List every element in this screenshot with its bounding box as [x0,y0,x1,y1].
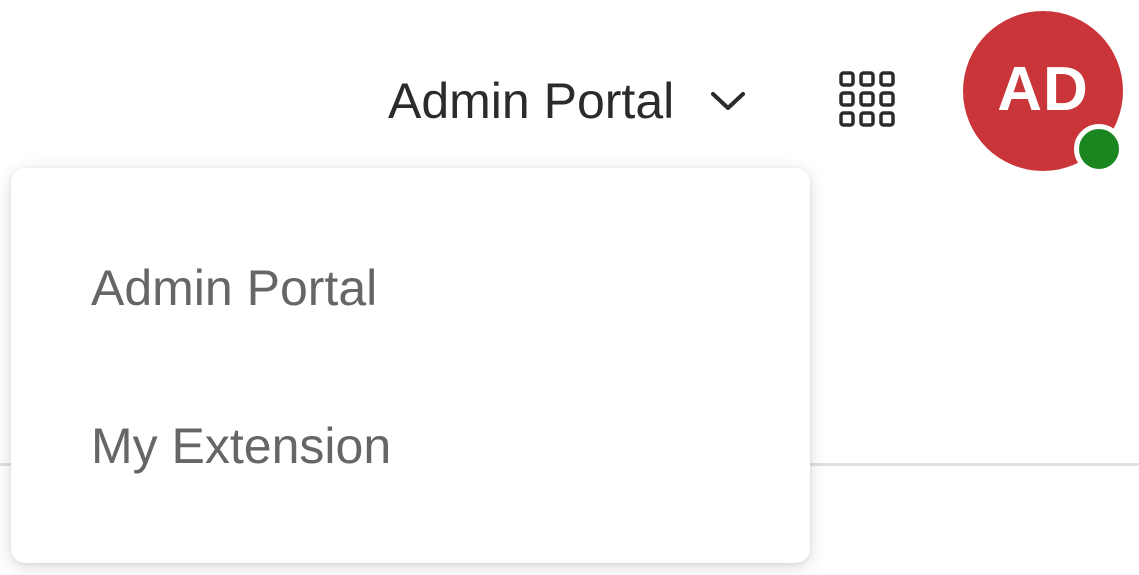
page: Admin Portal AD Admin Portal My Extensio… [0,0,1139,575]
online-status-indicator [1074,124,1124,174]
portal-switcher-button[interactable]: Admin Portal [388,66,746,136]
apps-launcher-button[interactable] [832,66,902,132]
portal-switcher-label: Admin Portal [388,73,675,129]
menu-item-label: My Extension [91,418,392,474]
menu-item-label: Admin Portal [91,260,378,316]
portal-dropdown-menu: Admin Portal My Extension [11,168,810,563]
avatar-initials: AD [997,55,1089,124]
menu-item-my-extension[interactable]: My Extension [11,367,810,525]
chevron-down-icon [711,92,746,110]
menu-item-admin-portal[interactable]: Admin Portal [11,209,810,367]
apps-grid-icon [839,71,895,127]
